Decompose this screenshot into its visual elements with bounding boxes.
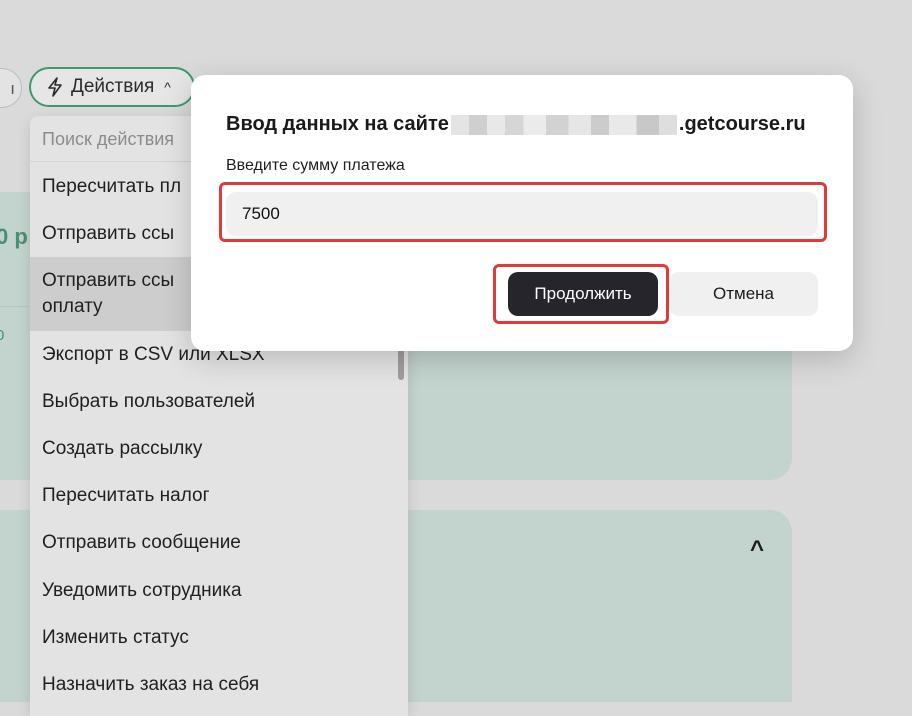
dialog-title: Ввод данных на сайте .getcourse.ru [226, 113, 806, 135]
payment-amount-input[interactable] [226, 192, 818, 236]
cancel-button[interactable]: Отмена [669, 272, 818, 316]
chevron-up-icon[interactable]: ^ [750, 536, 764, 564]
actions-button-label: Действия [71, 76, 155, 97]
divider [0, 306, 30, 307]
amount-field-label: Введите сумму платежа [226, 157, 405, 174]
filter-pill-label: ı [10, 79, 15, 98]
menu-item[interactable]: Уведомить сотрудника [30, 567, 408, 614]
redacted-domain [450, 114, 677, 135]
lightning-icon [48, 77, 62, 97]
menu-scrollbar[interactable] [398, 346, 404, 380]
chevron-up-icon: ^ [164, 79, 171, 95]
actions-button[interactable]: Действия ^ [29, 67, 195, 107]
filter-pill[interactable]: ı [0, 68, 22, 108]
order-amount: 0 р [0, 224, 28, 249]
menu-item[interactable]: Создать рассылку [30, 425, 408, 472]
menu-item[interactable]: Изменить статус [30, 614, 408, 661]
menu-item[interactable]: Выбрать пользователей [30, 378, 408, 425]
input-dialog: Ввод данных на сайте .getcourse.ru Введи… [191, 75, 853, 351]
continue-button[interactable]: Продолжить [508, 272, 658, 316]
menu-item[interactable]: Отправить сообщение [30, 519, 408, 567]
menu-item[interactable]: Пересчитать налог [30, 472, 408, 519]
order-meta: 0 [0, 327, 5, 344]
